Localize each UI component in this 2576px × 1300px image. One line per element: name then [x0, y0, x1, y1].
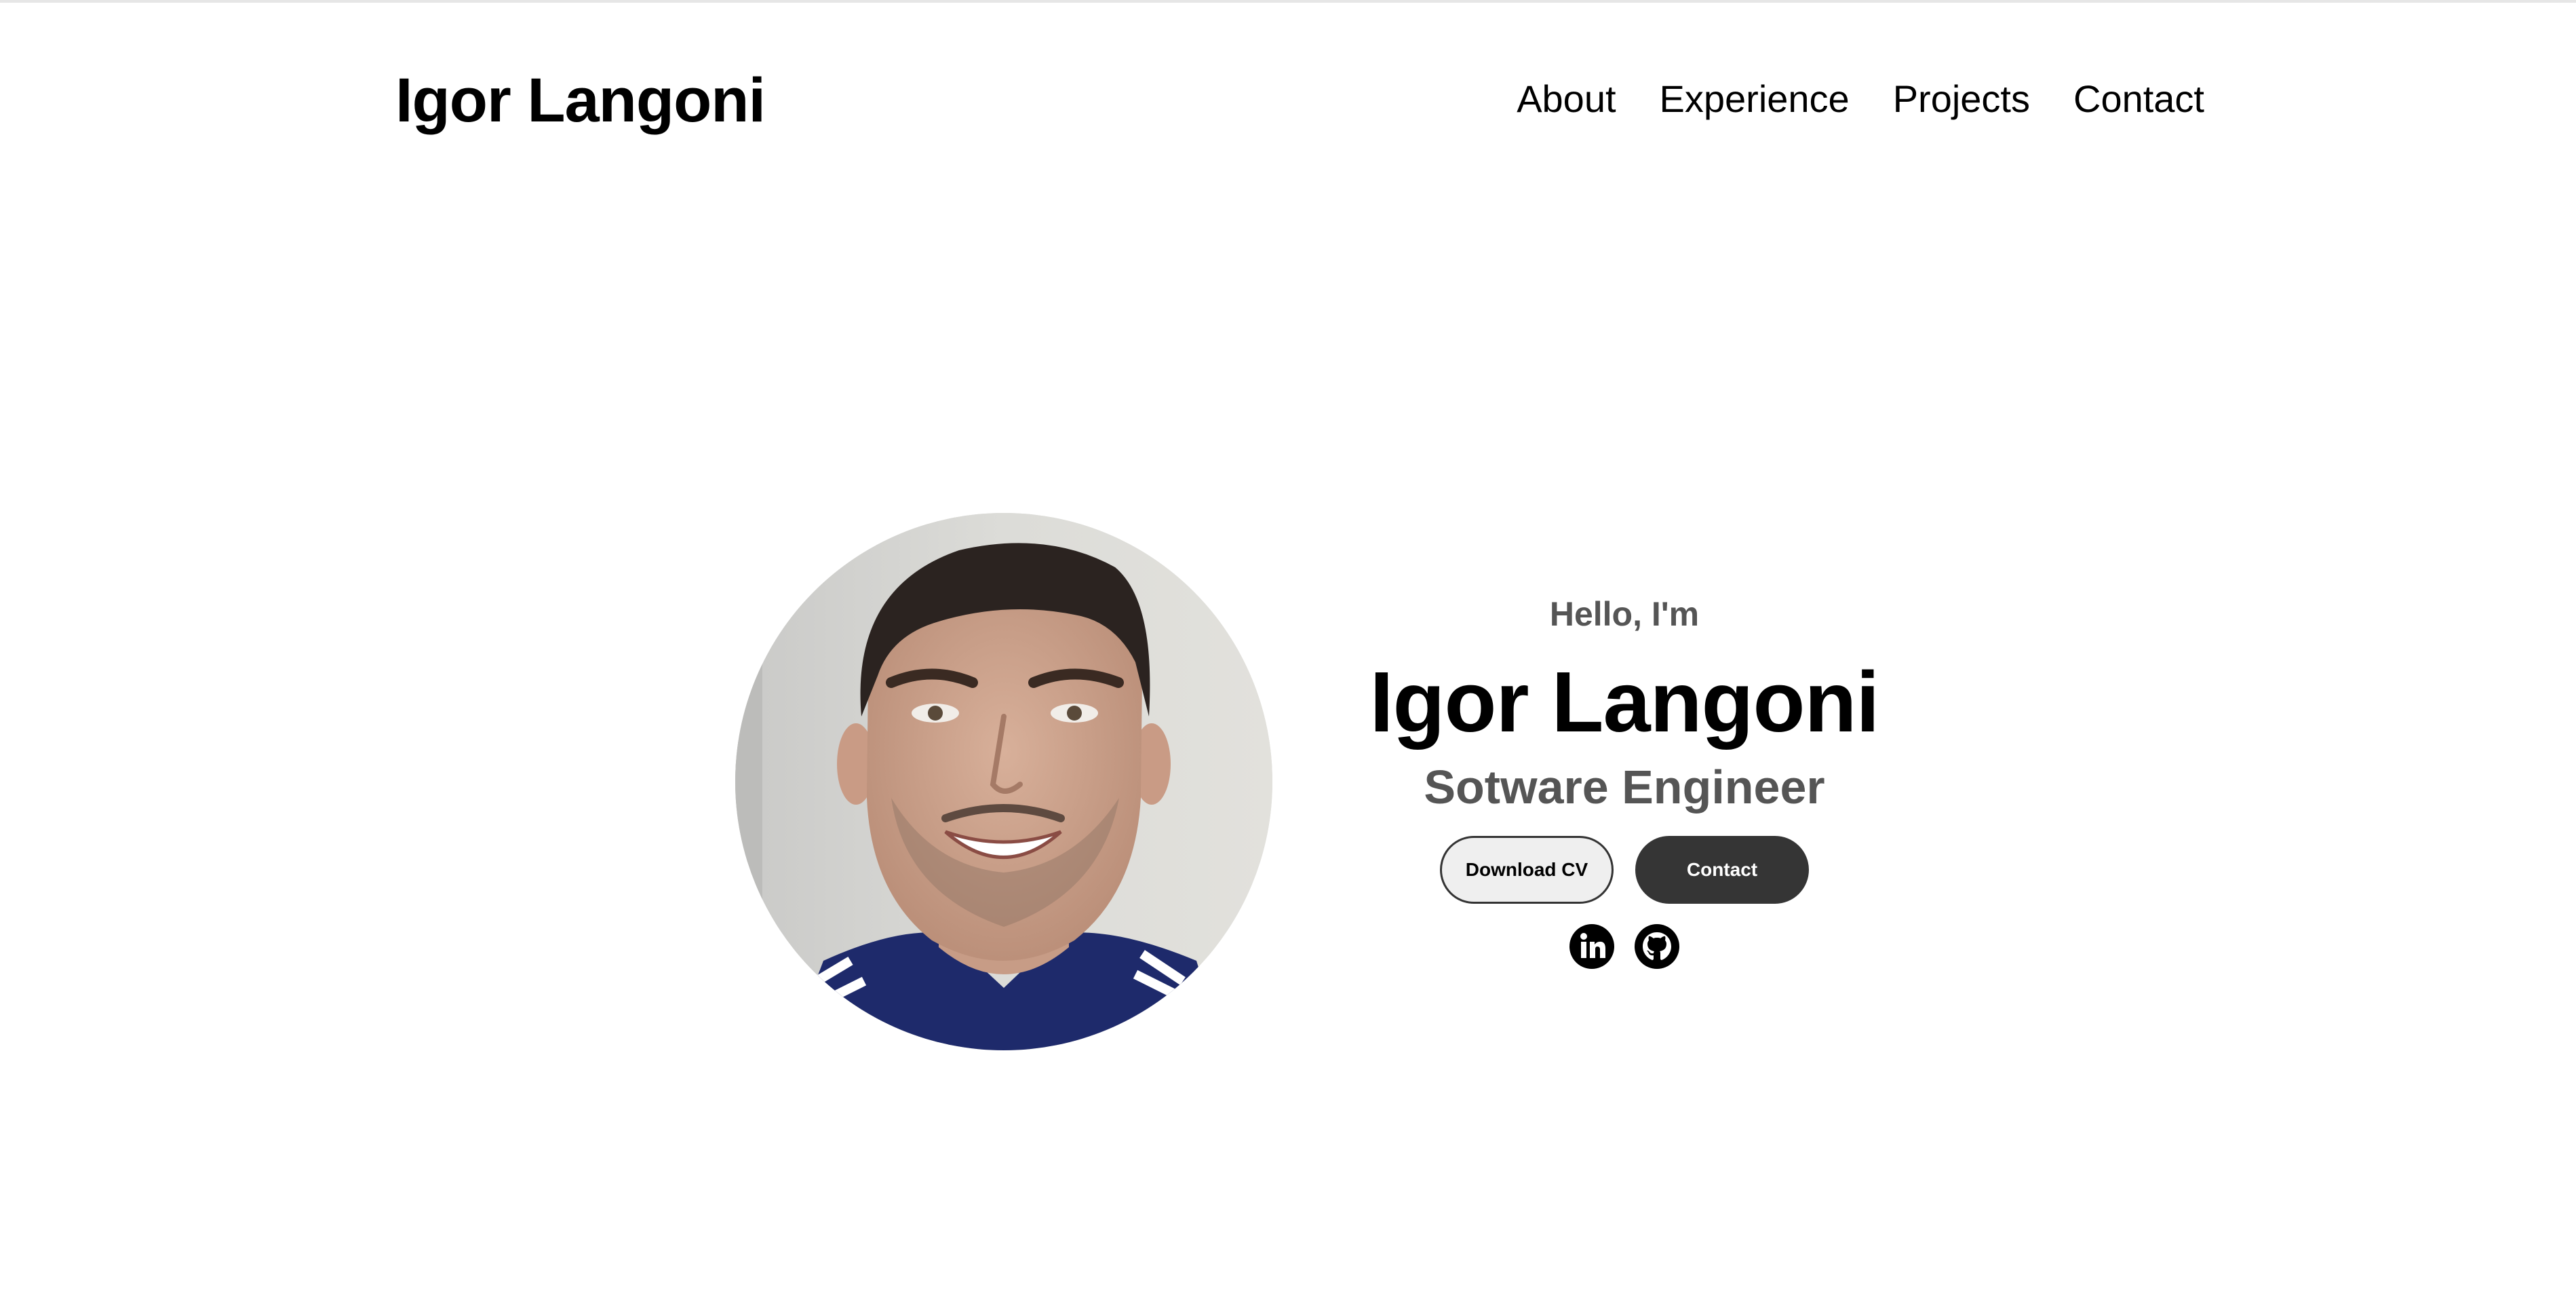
nav-link-experience[interactable]: Experience	[1660, 71, 1850, 128]
hero-section: Hello, I'm Igor Langoni Sotware Engineer…	[1343, 584, 1906, 969]
download-cv-button[interactable]: Download CV	[1440, 836, 1614, 904]
github-icon[interactable]	[1635, 924, 1679, 969]
nav-link-about[interactable]: About	[1517, 71, 1616, 128]
hero-greeting: Hello, I'm	[1549, 595, 1700, 633]
nav-link-contact[interactable]: Contact	[2073, 71, 2204, 128]
site-logo[interactable]: Igor Langoni	[395, 60, 766, 141]
hero-buttons: Download CV Contact	[1343, 836, 1906, 904]
linkedin-icon[interactable]	[1569, 924, 1614, 969]
social-links	[1343, 924, 1906, 969]
hero-name: Igor Langoni	[1369, 654, 1880, 750]
navbar: Igor Langoni About Experience Projects C…	[0, 0, 2576, 204]
profile-picture	[735, 513, 1272, 1050]
contact-button[interactable]: Contact	[1635, 836, 1809, 904]
nav-link-projects[interactable]: Projects	[1893, 71, 2030, 128]
hero-title: Sotware Engineer	[1424, 761, 1825, 814]
nav-links: About Experience Projects Contact	[1492, 71, 2204, 128]
